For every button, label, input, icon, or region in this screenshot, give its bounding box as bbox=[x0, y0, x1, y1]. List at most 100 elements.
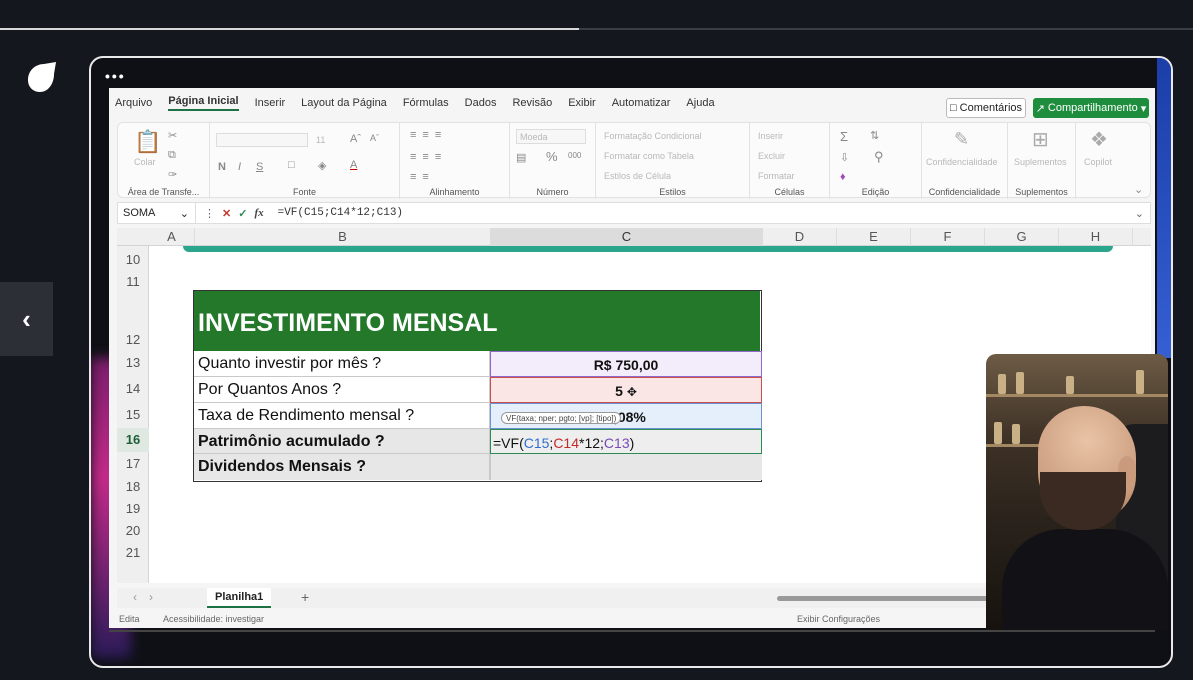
value-years-cell[interactable]: 5 ✥ bbox=[490, 377, 762, 403]
format-cells-button[interactable]: Formatar bbox=[758, 171, 795, 181]
indent-icon[interactable]: ≡≡ bbox=[410, 171, 435, 183]
align-top-icon[interactable]: ≡≡≡ bbox=[410, 129, 447, 141]
copilot-icon[interactable]: ❖ bbox=[1090, 127, 1108, 152]
formula-ref-c15: C15 bbox=[523, 435, 550, 451]
borders-icon[interactable]: □ bbox=[288, 159, 295, 171]
name-box[interactable]: SOMA ⌄ bbox=[118, 203, 196, 223]
row-header-20[interactable]: 20 bbox=[117, 520, 149, 542]
confirm-icon[interactable]: ✓ bbox=[238, 207, 247, 220]
menu-pagina-inicial[interactable]: Página Inicial bbox=[168, 95, 239, 111]
row-header-11[interactable]: 11 bbox=[117, 268, 149, 290]
shrink-font-icon[interactable]: Aˇ bbox=[370, 133, 379, 143]
figure bbox=[998, 374, 1006, 394]
add-sheet-icon[interactable]: + bbox=[301, 589, 309, 605]
label-accumulated-wealth[interactable]: Patrimônio acumulado ? bbox=[194, 429, 490, 454]
font-name-select[interactable] bbox=[216, 133, 308, 147]
thousands-icon[interactable]: 000 bbox=[568, 151, 581, 160]
format-table-button[interactable]: Formatar como Tabela bbox=[604, 151, 694, 161]
previous-arrow-icon[interactable]: ‹ bbox=[0, 282, 53, 356]
accessibility-status[interactable]: Acessibilidade: investigar bbox=[163, 614, 264, 624]
cancel-icon[interactable]: ✕ bbox=[222, 207, 231, 220]
video-progress-track[interactable] bbox=[0, 28, 1193, 30]
column-header-e[interactable]: E bbox=[837, 228, 911, 246]
row-header-14[interactable]: 14 bbox=[117, 376, 149, 402]
font-size-select[interactable]: 11 bbox=[316, 135, 325, 145]
conditional-format-button[interactable]: Formatação Condicional bbox=[604, 131, 702, 141]
row-header-12[interactable]: 12 bbox=[117, 290, 149, 350]
copy-icon[interactable]: ⧉ bbox=[168, 149, 176, 162]
person-beard bbox=[1040, 472, 1126, 530]
row-header-21[interactable]: 21 bbox=[117, 542, 149, 564]
insert-function-icon[interactable]: fx bbox=[254, 207, 263, 219]
align-left-icon[interactable]: ≡≡≡ bbox=[410, 151, 447, 163]
cut-icon[interactable]: ✂ bbox=[168, 129, 177, 142]
shelf bbox=[986, 394, 1168, 397]
label-monthly-dividends[interactable]: Dividendos Mensais ? bbox=[194, 454, 490, 480]
value-monthly-investment[interactable]: R$ 750,00 bbox=[490, 351, 762, 377]
insert-cells-button[interactable]: Inserir bbox=[758, 131, 783, 141]
row-header-17[interactable]: 17 bbox=[117, 452, 149, 476]
percent-icon[interactable]: % bbox=[546, 149, 558, 164]
formula-cell[interactable]: =VF(C15;C14*12;C13) bbox=[490, 429, 762, 454]
copilot-button[interactable]: Copilot bbox=[1084, 157, 1112, 167]
formula-input[interactable]: =VF(C15;C14*12;C13) bbox=[278, 207, 403, 219]
fill-color-icon[interactable]: ◈ bbox=[318, 159, 326, 172]
label-monthly-investment[interactable]: Quanto investir por mês ? bbox=[194, 351, 490, 377]
menu-layout[interactable]: Layout da Página bbox=[301, 97, 387, 109]
column-header-h[interactable]: H bbox=[1059, 228, 1133, 246]
ribbon-collapse-icon[interactable]: ⌄ bbox=[1134, 183, 1143, 196]
share-button[interactable]: ↗ Compartilhamento ▾ bbox=[1033, 98, 1149, 118]
clear-icon[interactable]: ♦ bbox=[840, 171, 846, 183]
alignment-group: ≡≡≡ ≡≡≡ ≡≡ Alinhamento bbox=[400, 123, 510, 199]
row-header-13[interactable]: 13 bbox=[117, 350, 149, 376]
menu-ajuda[interactable]: Ajuda bbox=[686, 97, 714, 109]
row-header-10[interactable]: 10 bbox=[117, 246, 149, 268]
addins-icon[interactable]: ⊞ bbox=[1032, 127, 1049, 152]
format-painter-icon[interactable]: ✑ bbox=[168, 168, 177, 181]
label-years[interactable]: Por Quantos Anos ? bbox=[194, 377, 490, 403]
font-color-icon[interactable]: A bbox=[350, 159, 357, 171]
sheet-tab-planilha1[interactable]: Planilha1 bbox=[207, 588, 272, 608]
menu-dados[interactable]: Dados bbox=[465, 97, 497, 109]
row-header-19[interactable]: 19 bbox=[117, 498, 149, 520]
sensitivity-icon[interactable]: ✎ bbox=[954, 129, 969, 150]
fill-icon[interactable]: ⇩ bbox=[840, 151, 849, 164]
share-label: Compartilhamento bbox=[1047, 102, 1138, 114]
menu-formulas[interactable]: Fórmulas bbox=[403, 97, 449, 109]
row-header-15[interactable]: 15 bbox=[117, 402, 149, 428]
delete-cells-button[interactable]: Excluir bbox=[758, 151, 785, 161]
expand-formula-icon[interactable]: ⌄ bbox=[1135, 207, 1144, 220]
cell-styles-button[interactable]: Estilos de Célula bbox=[604, 171, 671, 181]
row-header-18[interactable]: 18 bbox=[117, 476, 149, 498]
sensitivity-button[interactable]: Confidencialidade bbox=[926, 157, 998, 167]
grow-font-icon[interactable]: Aˆ bbox=[350, 133, 361, 145]
find-icon[interactable]: ⚲ bbox=[874, 149, 884, 165]
sheet-nav-arrows-icon[interactable]: ‹› bbox=[133, 590, 165, 604]
menu-automatizar[interactable]: Automatizar bbox=[612, 97, 671, 109]
menu-revisao[interactable]: Revisão bbox=[512, 97, 552, 109]
number-format-select[interactable]: Moeda bbox=[516, 129, 586, 144]
horizontal-scrollbar[interactable] bbox=[777, 596, 1007, 601]
currency-icon[interactable]: ▤ bbox=[516, 151, 526, 164]
menu-arquivo[interactable]: Arquivo bbox=[115, 97, 152, 109]
menu-exibir[interactable]: Exibir bbox=[568, 97, 596, 109]
underline-button[interactable]: S bbox=[256, 161, 263, 173]
column-header-a[interactable]: A bbox=[149, 228, 195, 246]
comments-button[interactable]: □ Comentários bbox=[946, 98, 1026, 118]
paste-icon[interactable]: 📋 bbox=[134, 129, 161, 155]
column-header-c[interactable]: C bbox=[491, 228, 763, 246]
column-header-b[interactable]: B bbox=[195, 228, 491, 246]
label-monthly-rate[interactable]: Taxa de Rendimento mensal ? bbox=[194, 403, 490, 429]
display-settings-button[interactable]: Exibir Configurações bbox=[797, 614, 880, 624]
autosum-icon[interactable]: Σ bbox=[840, 129, 848, 144]
italic-button[interactable]: I bbox=[238, 161, 241, 173]
column-header-g[interactable]: G bbox=[985, 228, 1059, 246]
row-header-16[interactable]: 16 bbox=[117, 428, 149, 452]
column-header-f[interactable]: F bbox=[911, 228, 985, 246]
value-monthly-dividends[interactable] bbox=[490, 454, 762, 480]
bold-button[interactable]: N bbox=[218, 161, 226, 173]
column-header-d[interactable]: D bbox=[763, 228, 837, 246]
addins-button[interactable]: Suplementos bbox=[1014, 157, 1067, 167]
menu-inserir[interactable]: Inserir bbox=[255, 97, 286, 109]
sort-filter-icon[interactable]: ⇅ bbox=[870, 129, 879, 142]
